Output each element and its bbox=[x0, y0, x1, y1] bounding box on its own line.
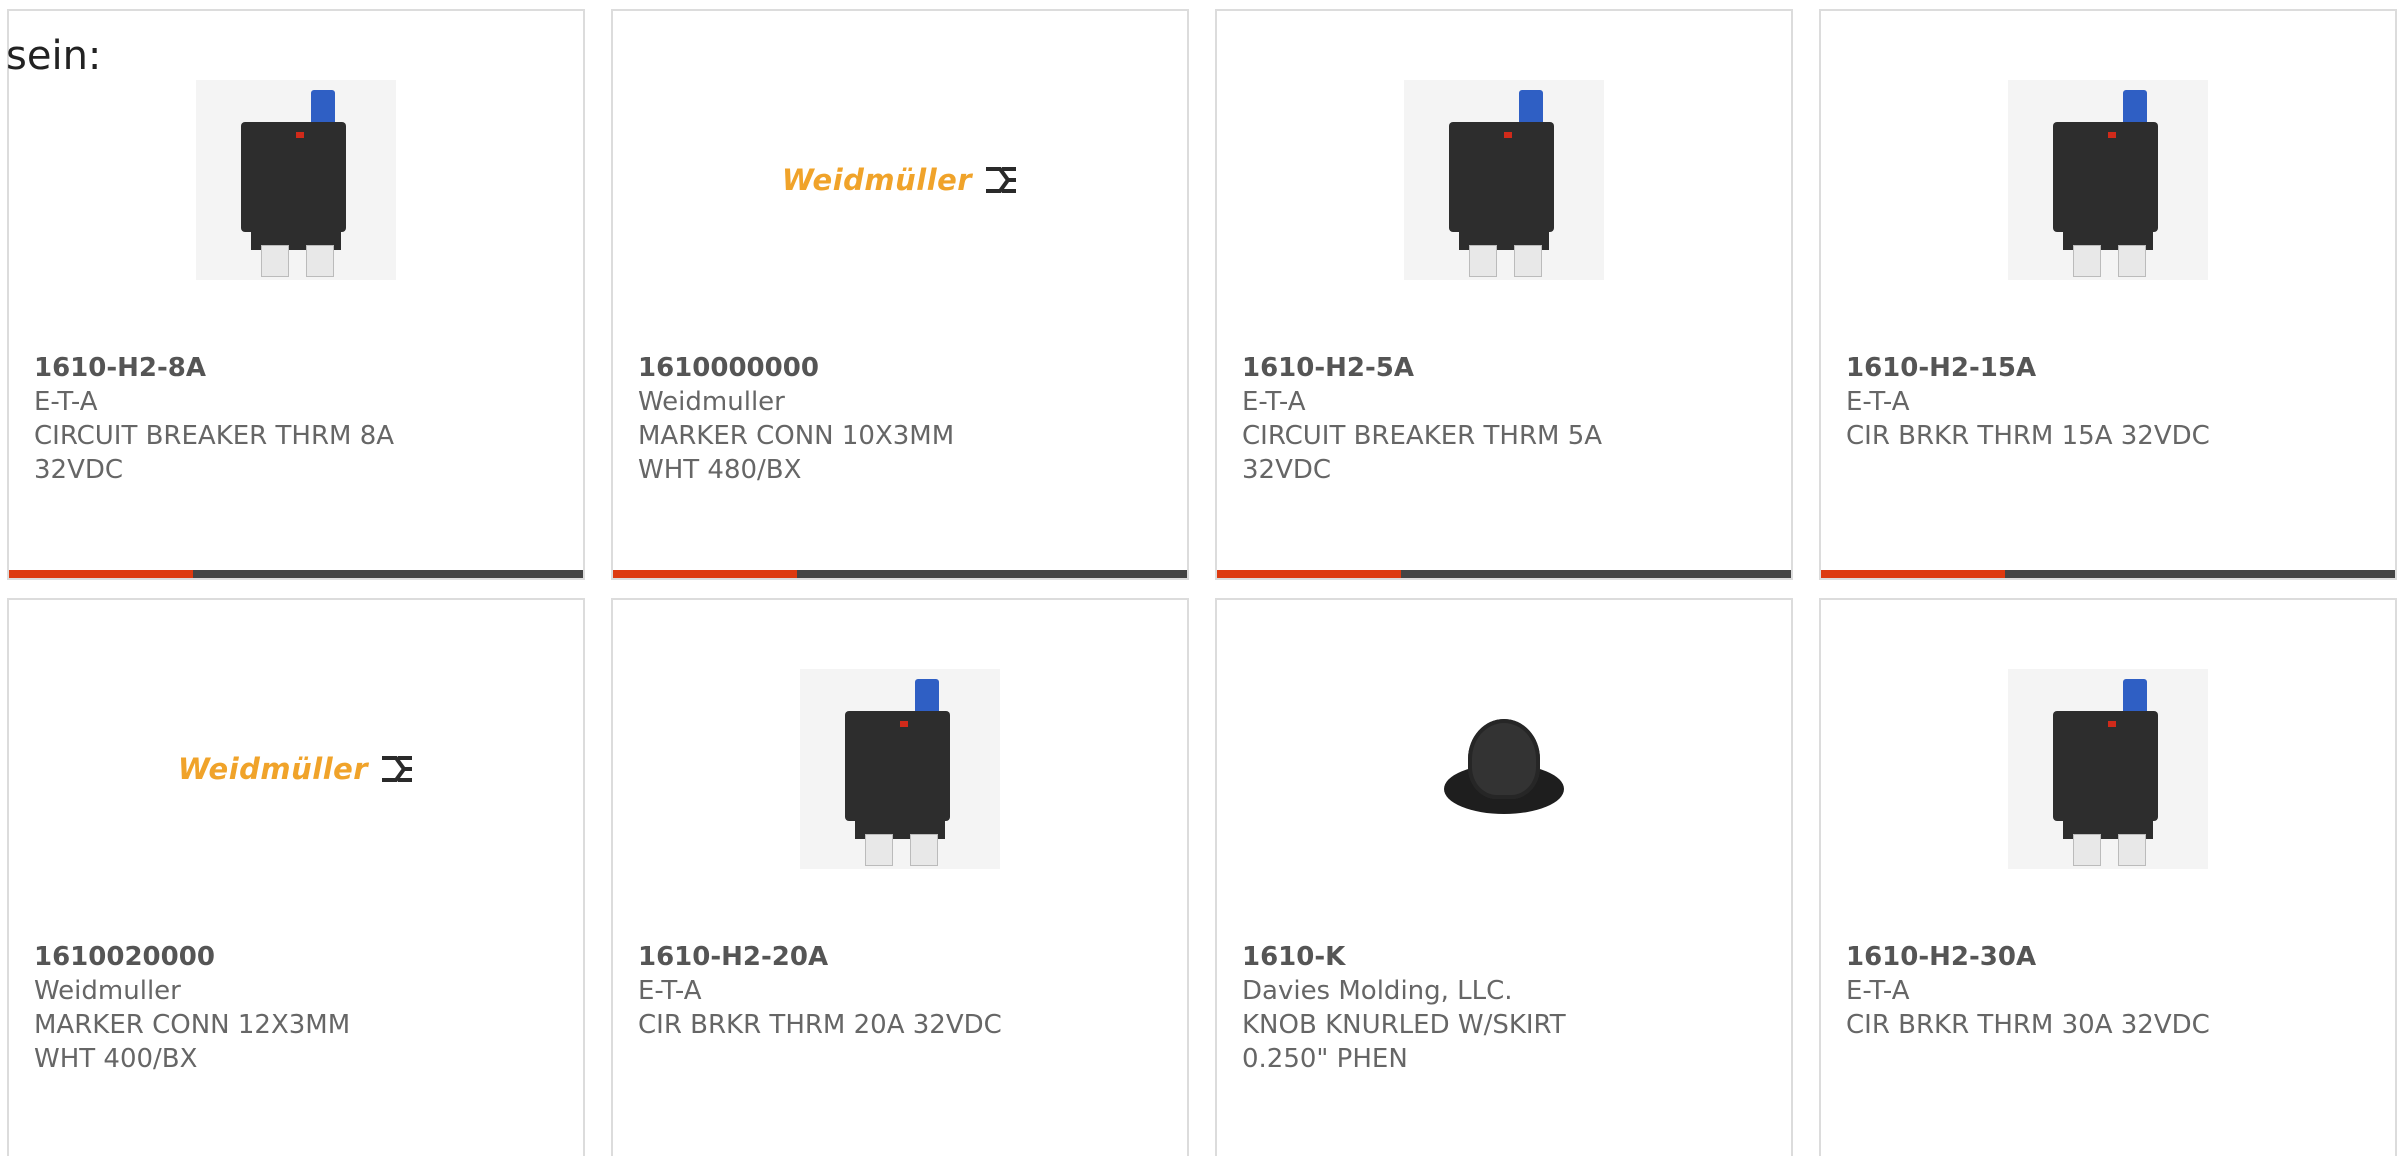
weidmuller-mark-icon bbox=[382, 756, 413, 782]
weidmuller-logo: Weidmüller bbox=[782, 163, 1018, 197]
product-image[interactable] bbox=[2008, 669, 2208, 869]
description: CIRCUIT BREAKER THRM 5A 32VDC bbox=[1242, 421, 1603, 485]
progress-fill bbox=[613, 570, 797, 578]
circuit-breaker-icon bbox=[1404, 80, 1604, 280]
weidmuller-mark-icon bbox=[986, 167, 1017, 193]
product-card[interactable]: 1610-H2-20A E-T-A CIR BRKR THRM 20A 32VD… bbox=[611, 598, 1189, 1156]
product-image[interactable] bbox=[1404, 669, 1604, 869]
manufacturer: Weidmuller bbox=[638, 387, 785, 417]
part-number[interactable]: 1610-H2-8A bbox=[34, 351, 558, 385]
part-number[interactable]: 1610020000 bbox=[34, 940, 558, 974]
product-card[interactable]: 1610-H2-30A E-T-A CIR BRKR THRM 30A 32VD… bbox=[1819, 598, 2397, 1156]
description: MARKER CONN 12X3MM WHT 400/BX bbox=[34, 1010, 351, 1074]
knob-icon bbox=[1444, 709, 1564, 829]
circuit-breaker-icon bbox=[800, 669, 1000, 869]
progress-bar bbox=[1217, 570, 1791, 578]
part-number[interactable]: 1610000000 bbox=[638, 351, 1162, 385]
product-card[interactable]: 1610-H2-8A E-T-A CIRCUIT BREAKER THRM 8A… bbox=[7, 9, 585, 580]
product-grid-page: sein: 1610-H2-8A E-T-A CIRCUIT BREAKER T… bbox=[0, 0, 2400, 1156]
lead-text: sein: bbox=[6, 33, 102, 79]
progress-fill bbox=[1821, 570, 2005, 578]
description: CIR BRKR THRM 20A 32VDC bbox=[638, 1010, 1002, 1040]
product-card[interactable]: 1610-H2-15A E-T-A CIR BRKR THRM 15A 32VD… bbox=[1819, 9, 2397, 580]
product-image[interactable] bbox=[1404, 80, 1604, 280]
part-number[interactable]: 1610-H2-20A bbox=[638, 940, 1162, 974]
circuit-breaker-icon bbox=[2008, 669, 2208, 869]
progress-bar bbox=[1821, 570, 2395, 578]
circuit-breaker-icon bbox=[196, 80, 396, 280]
description: CIR BRKR THRM 15A 32VDC bbox=[1846, 421, 2210, 451]
part-number[interactable]: 1610-H2-30A bbox=[1846, 940, 2370, 974]
part-number[interactable]: 1610-H2-5A bbox=[1242, 351, 1766, 385]
product-card[interactable]: Weidmüller 1610020000 Weidmuller MARKER … bbox=[7, 598, 585, 1156]
manufacturer: Weidmuller bbox=[34, 976, 181, 1006]
part-number[interactable]: 1610-H2-15A bbox=[1846, 351, 2370, 385]
manufacturer: E-T-A bbox=[638, 976, 702, 1006]
manufacturer: E-T-A bbox=[34, 387, 98, 417]
weidmuller-logo: Weidmüller bbox=[178, 752, 414, 786]
description: KNOB KNURLED W/SKIRT 0.250" PHEN bbox=[1242, 1010, 1566, 1074]
product-image[interactable] bbox=[800, 669, 1000, 869]
product-image[interactable]: Weidmüller bbox=[178, 669, 413, 869]
progress-bar bbox=[9, 570, 583, 578]
product-card[interactable]: Weidmüller 1610000000 Weidmuller MARKER … bbox=[611, 9, 1189, 580]
description: CIR BRKR THRM 30A 32VDC bbox=[1846, 1010, 2210, 1040]
product-card[interactable]: 1610-K Davies Molding, LLC. KNOB KNURLED… bbox=[1215, 598, 1793, 1156]
progress-fill bbox=[1217, 570, 1401, 578]
product-image[interactable] bbox=[2008, 80, 2208, 280]
manufacturer: E-T-A bbox=[1846, 976, 1910, 1006]
manufacturer: E-T-A bbox=[1242, 387, 1306, 417]
progress-bar bbox=[613, 570, 1187, 578]
circuit-breaker-icon bbox=[2008, 80, 2208, 280]
progress-fill bbox=[9, 570, 193, 578]
part-number[interactable]: 1610-K bbox=[1242, 940, 1766, 974]
product-card[interactable]: 1610-H2-5A E-T-A CIRCUIT BREAKER THRM 5A… bbox=[1215, 9, 1793, 580]
manufacturer: E-T-A bbox=[1846, 387, 1910, 417]
product-image[interactable] bbox=[196, 80, 396, 280]
product-image[interactable]: Weidmüller bbox=[782, 80, 1017, 280]
manufacturer: Davies Molding, LLC. bbox=[1242, 976, 1513, 1006]
description: MARKER CONN 10X3MM WHT 480/BX bbox=[638, 421, 955, 485]
description: CIRCUIT BREAKER THRM 8A 32VDC bbox=[34, 421, 395, 485]
